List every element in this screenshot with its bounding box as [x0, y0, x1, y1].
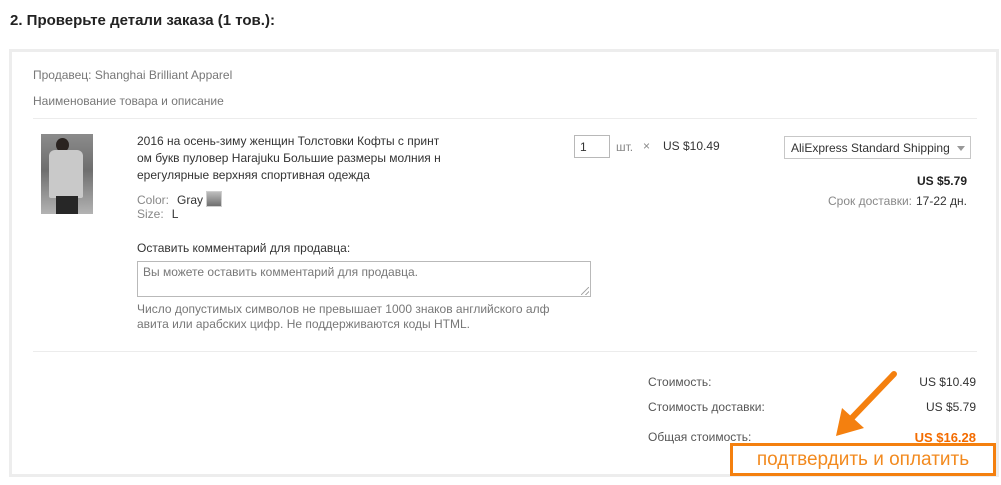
color-attribute: Color: Gray [137, 191, 223, 207]
product-image-body [49, 150, 83, 198]
unit-price: US $10.49 [663, 139, 720, 153]
unit-label: шт. [616, 140, 634, 154]
subtotal-label: Стоимость: [648, 375, 712, 389]
size-label: Size: [137, 207, 164, 221]
shipping-method-value: AliExpress Standard Shipping [791, 141, 950, 155]
size-attribute: Size: L [137, 207, 178, 221]
size-value: L [171, 207, 179, 221]
delivery-value: 17-22 дн. [916, 194, 967, 208]
resize-grip-icon[interactable] [581, 287, 589, 295]
seller-comment-textarea[interactable] [137, 261, 591, 297]
seller-name: Продавец: Shanghai Brilliant Apparel [33, 68, 233, 82]
grand-total-label: Общая стоимость: [648, 430, 752, 444]
shipping-cost: US $5.79 [916, 174, 967, 188]
item-description-header: Наименование товара и описание [33, 94, 224, 108]
section-title: 2. Проверьте детали заказа (1 тов.): [10, 12, 275, 29]
product-title-link[interactable]: 2016 на осень-зиму женщин Толстовки Кофт… [137, 133, 447, 184]
color-value: Gray [177, 193, 204, 207]
product-image[interactable] [41, 134, 93, 214]
color-label: Color: [137, 193, 170, 207]
product-image-legs [56, 196, 78, 214]
subtotal-value: US $10.49 [919, 375, 976, 389]
times-sign: × [643, 139, 651, 153]
comment-hint: Число допустимых символов не превышает 1… [137, 302, 550, 331]
comment-label: Оставить комментарий для продавца: [137, 241, 351, 255]
divider [33, 118, 977, 119]
chevron-down-icon [957, 146, 965, 151]
shipping-total-value: US $5.79 [925, 400, 976, 414]
shipping-total-label: Стоимость доставки: [648, 400, 765, 414]
arrow-pointer-icon [836, 371, 897, 436]
color-thumbnail [206, 191, 223, 207]
delivery-time: Срок доставки: 17-22 дн. [828, 194, 967, 208]
quantity-input[interactable] [574, 135, 610, 158]
delivery-label: Срок доставки: [828, 194, 912, 208]
divider [33, 351, 977, 352]
confirm-pay-button[interactable]: подтвердить и оплатить [730, 443, 996, 476]
shipping-method-select[interactable]: AliExpress Standard Shipping [784, 136, 971, 159]
